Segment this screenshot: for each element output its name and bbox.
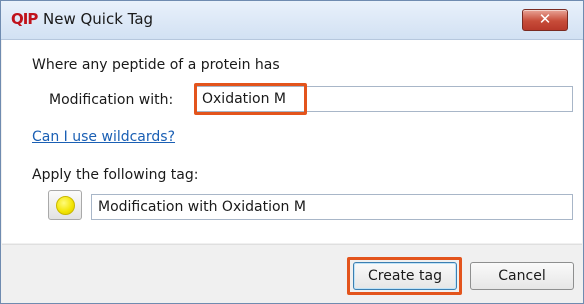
app-logo: QIP	[11, 10, 38, 28]
dialog-footer: Create tag Cancel	[2, 244, 582, 303]
create-tag-highlight	[347, 257, 462, 295]
title-bar[interactable]: QIP New Quick Tag ✕	[1, 1, 583, 40]
cancel-button[interactable]: Cancel	[470, 262, 574, 290]
window-title: New Quick Tag	[43, 10, 154, 28]
tag-color-button[interactable]	[48, 190, 82, 220]
condition-heading: Where any peptide of a protein has	[32, 57, 280, 73]
wildcards-help-link[interactable]: Can I use wildcards?	[32, 129, 175, 145]
tag-heading: Apply the following tag:	[32, 167, 199, 183]
close-icon: ✕	[538, 10, 552, 28]
yellow-circle-icon	[56, 196, 75, 215]
close-button[interactable]: ✕	[522, 9, 568, 31]
modification-highlight	[194, 83, 307, 115]
tag-name-input[interactable]: Modification with Oxidation M	[91, 194, 573, 220]
dialog-body: Where any peptide of a protein has Modif…	[2, 40, 582, 243]
new-quick-tag-dialog: QIP New Quick Tag ✕ Where any peptide of…	[0, 0, 584, 304]
modification-label: Modification with:	[49, 92, 174, 108]
